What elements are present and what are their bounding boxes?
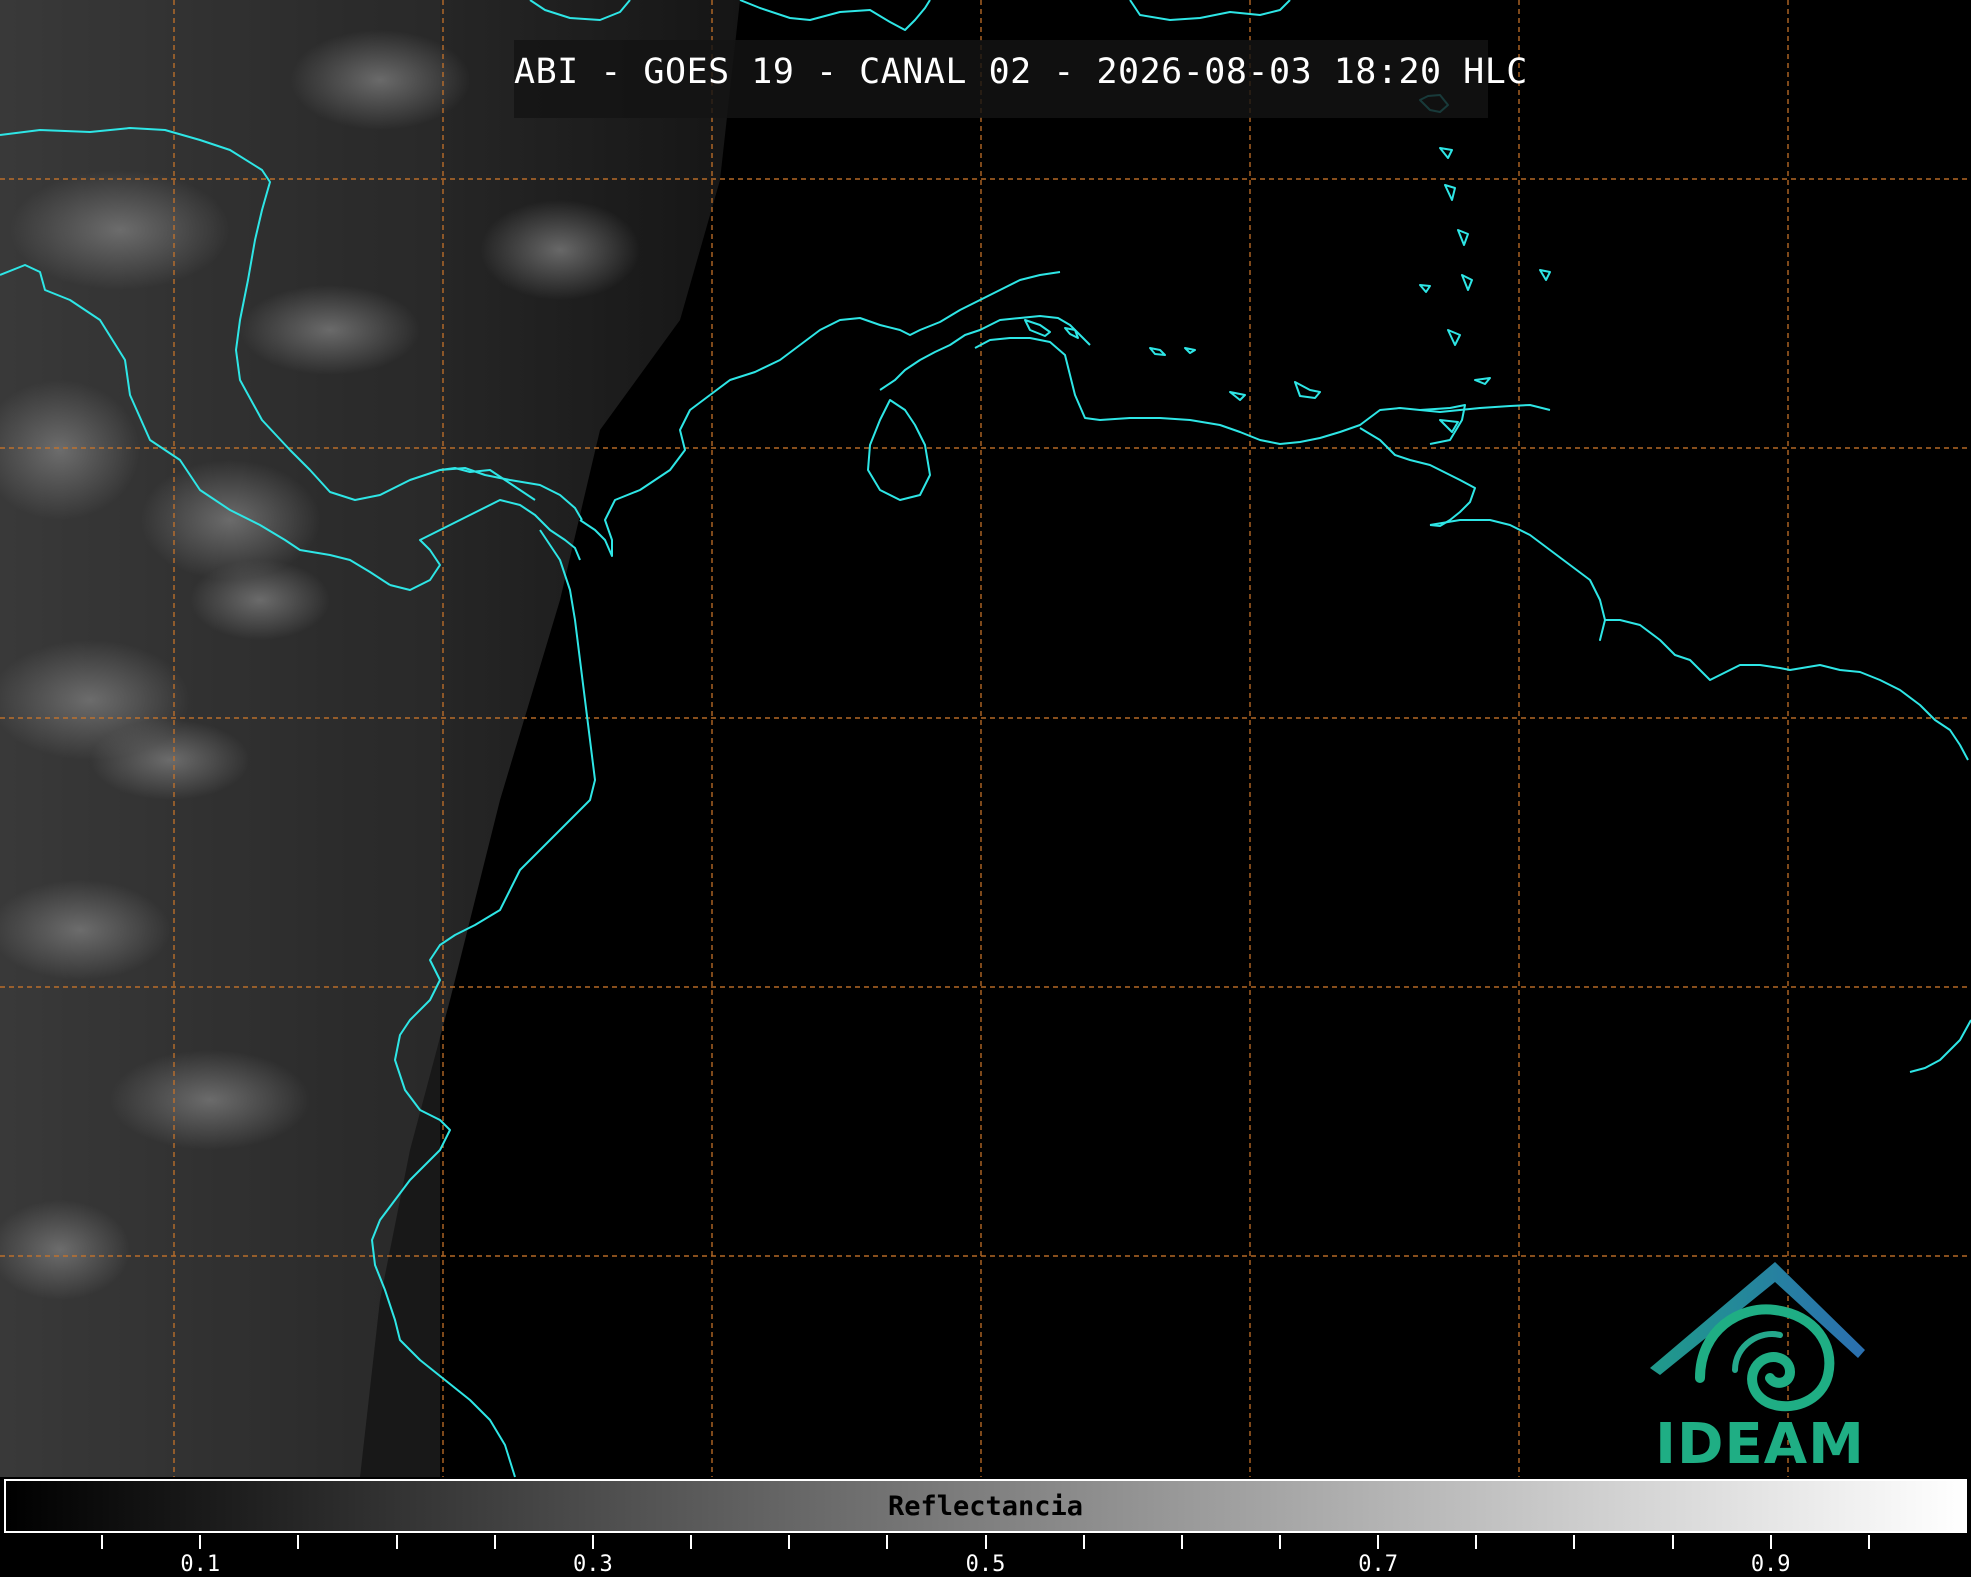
colorbar-tick — [886, 1535, 889, 1549]
colorbar-tick — [395, 1535, 398, 1549]
satellite-map — [0, 0, 1971, 1478]
colorbar-tick — [493, 1535, 496, 1549]
colorbar-label: Reflectancia — [887, 1491, 1084, 1522]
colorbar-tick — [101, 1535, 104, 1549]
colorbar-tick — [984, 1535, 987, 1549]
ideam-logo-text: IDEAM — [1655, 1412, 1865, 1477]
colorbar-tick — [1867, 1535, 1870, 1549]
colorbar-tick — [1180, 1535, 1183, 1549]
colorbar-tick — [1278, 1535, 1281, 1549]
colorbar-tick — [297, 1535, 300, 1549]
colorbar-tick — [1769, 1535, 1772, 1549]
colorbar-tick — [1671, 1535, 1674, 1549]
colorbar-tick-label: 0.3 — [573, 1552, 613, 1577]
colorbar-tick — [1377, 1535, 1380, 1549]
colorbar-tick-label: 0.5 — [965, 1552, 1006, 1577]
colorbar-tick — [690, 1535, 693, 1549]
colorbar-tick-label: 0.9 — [1750, 1552, 1791, 1577]
colorbar-tick — [199, 1535, 202, 1549]
colorbar-tick-label: 0.1 — [180, 1552, 221, 1577]
colorbar-tick-label: 0.7 — [1358, 1552, 1398, 1577]
colorbar-tick — [1573, 1535, 1576, 1549]
colorbar-tick — [788, 1535, 791, 1549]
colorbar-tick — [1475, 1535, 1478, 1549]
colorbar-tick — [1082, 1535, 1085, 1549]
colorbar-tick — [591, 1535, 594, 1549]
image-title: ABI - GOES 19 - CANAL 02 - 2026-08-03 18… — [514, 52, 1528, 92]
